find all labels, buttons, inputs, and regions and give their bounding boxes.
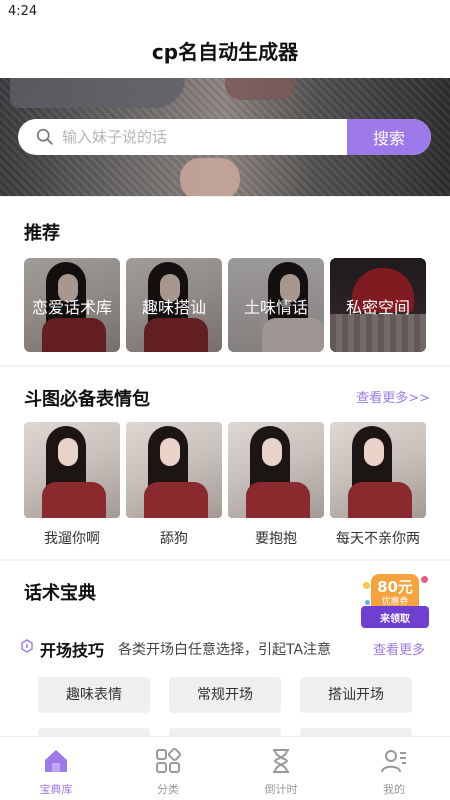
chip-pickup-opener[interactable]: 搭讪开场 xyxy=(300,677,412,713)
meme-card[interactable] xyxy=(126,422,222,518)
search-bar: 搜索 xyxy=(18,119,431,155)
memes-more-link[interactable]: 查看更多>> xyxy=(356,387,430,406)
meme-card[interactable] xyxy=(228,422,324,518)
status-bar: 4:24 xyxy=(0,0,450,26)
recommend-card-pickup[interactable]: 趣味搭讪 xyxy=(126,258,222,352)
category-icon xyxy=(156,747,182,773)
recommend-card-cheesy-lines[interactable]: 土味情话 xyxy=(228,258,324,352)
tab-countdown[interactable]: 倒计时 xyxy=(225,737,337,800)
recommend-card-love-talk[interactable]: 恋爱话术库 xyxy=(24,258,120,352)
chip-regular-opener[interactable]: 常规开场 xyxy=(169,677,281,713)
meme-card[interactable] xyxy=(24,422,120,518)
tab-label: 倒计时 xyxy=(264,783,298,796)
recommend-card-private-space[interactable]: 私密空间 xyxy=(330,258,426,352)
banner-sleeve-right xyxy=(225,78,295,100)
coupon-badge[interactable]: 80元 优惠券 来领取 xyxy=(361,574,429,644)
hourglass-icon xyxy=(273,749,289,773)
app-header: cp名自动生成器 xyxy=(0,26,450,78)
card-label: 土味情话 xyxy=(243,298,308,317)
card-label: 恋爱话术库 xyxy=(31,298,112,317)
card-label: 趣味搭讪 xyxy=(141,298,206,317)
meme-image xyxy=(330,422,426,518)
tab-label: 分类 xyxy=(157,783,179,796)
subsection-description: 各类开场白任意选择，引起TA注意 xyxy=(118,642,332,658)
tab-label: 我的 xyxy=(383,783,405,796)
meme-image xyxy=(24,422,120,518)
tab-profile[interactable]: 我的 xyxy=(338,737,450,800)
section-title-recommend: 推荐 xyxy=(24,223,60,244)
meme-card[interactable] xyxy=(330,422,426,518)
chip-fun-emoji[interactable]: 趣味表情 xyxy=(38,677,150,713)
search-button[interactable]: 搜索 xyxy=(347,119,431,155)
confetti-dot xyxy=(363,582,370,589)
tip-icon xyxy=(21,639,33,653)
banner-hands xyxy=(180,158,240,196)
coupon-action: 来领取 xyxy=(380,614,410,625)
search-input[interactable] xyxy=(62,119,347,155)
section-title-memes: 斗图必备表情包 xyxy=(24,389,150,410)
confetti-dot xyxy=(421,576,428,583)
home-icon xyxy=(45,750,67,772)
profile-icon xyxy=(381,750,406,773)
section-title-talk: 话术宝典 xyxy=(24,583,96,604)
banner-sleeve-left xyxy=(10,78,185,108)
subsection-title: 开场技巧 xyxy=(40,641,105,660)
meme-image xyxy=(126,422,222,518)
tab-category[interactable]: 分类 xyxy=(112,737,224,800)
search-icon xyxy=(36,128,53,145)
bottom-tab-bar: 宝典库 分类 倒计时 我的 xyxy=(0,736,450,800)
card-label: 私密空间 xyxy=(345,298,410,317)
meme-label: 舔狗 xyxy=(160,531,188,547)
meme-label: 要抱抱 xyxy=(255,531,297,547)
tab-label: 宝典库 xyxy=(39,783,73,796)
meme-label: 我遛你啊 xyxy=(44,531,100,547)
meme-label: 每天不亲你两 xyxy=(336,531,420,547)
status-time: 4:24 xyxy=(8,4,38,19)
confetti-dot xyxy=(365,600,370,605)
meme-image xyxy=(228,422,324,518)
tab-home[interactable]: 宝典库 xyxy=(0,737,112,800)
page-title: cp名自动生成器 xyxy=(151,40,299,64)
